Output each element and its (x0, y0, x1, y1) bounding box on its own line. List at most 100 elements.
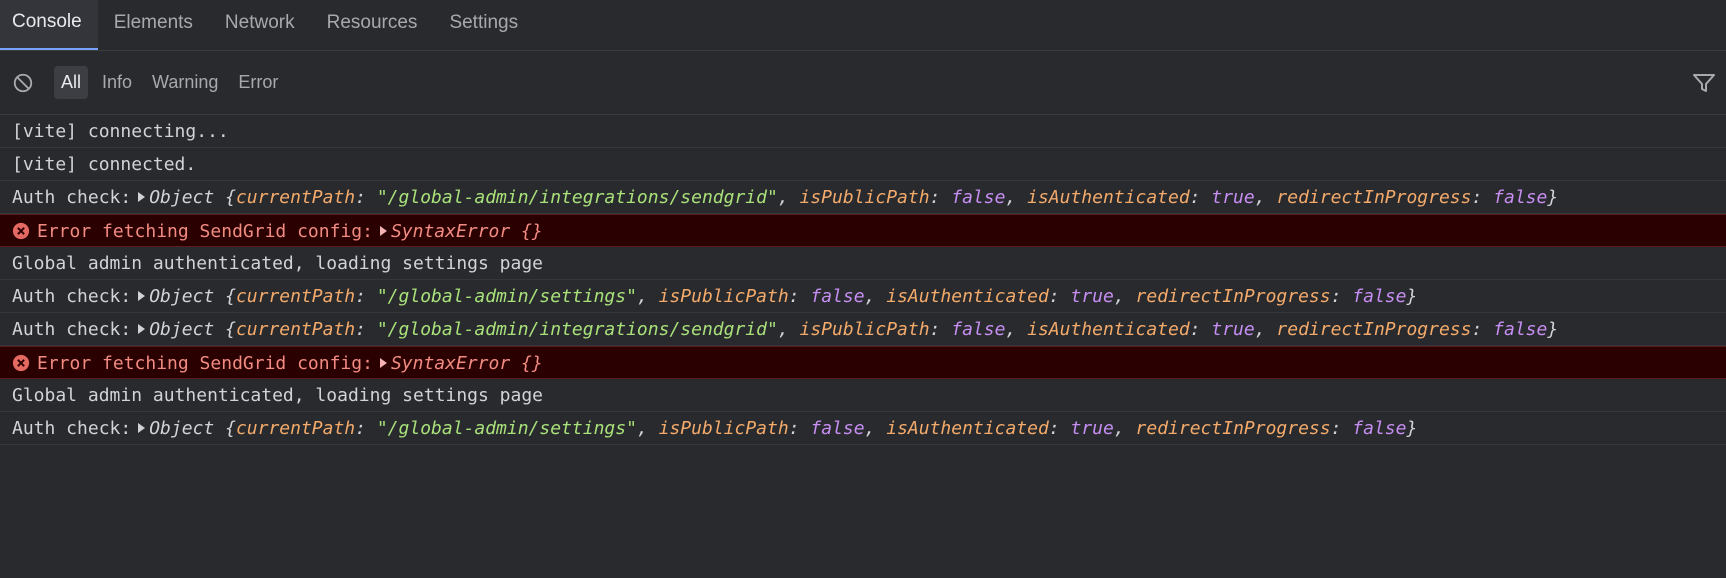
colon: : (355, 418, 377, 439)
object-value-bool: true (1211, 319, 1255, 340)
object-value-bool: false (810, 286, 865, 307)
filter-error-button[interactable]: Error (232, 66, 284, 99)
colon: : (355, 187, 377, 208)
object-key: isAuthenticated (1027, 319, 1190, 340)
colon: : (1189, 319, 1212, 340)
object-brace-close: } (1547, 319, 1559, 340)
colon: : (1048, 286, 1071, 307)
colon: : (929, 187, 952, 208)
expand-caret-icon[interactable] (138, 423, 146, 433)
log-line-error[interactable]: Error fetching SendGrid config: SyntaxErr… (0, 214, 1726, 247)
comma: , (1254, 319, 1277, 340)
error-icon (12, 222, 30, 240)
error-type[interactable]: SyntaxError (391, 353, 510, 374)
colon: : (1330, 418, 1353, 439)
colon: : (1048, 418, 1071, 439)
expand-caret-icon[interactable] (138, 192, 146, 202)
colon: : (1330, 286, 1353, 307)
object-brace-close: } (1547, 187, 1559, 208)
object-value-bool: false (1352, 286, 1407, 307)
object-key: redirectInProgress (1135, 286, 1331, 307)
object-value-bool: false (951, 319, 1006, 340)
error-braces (510, 353, 521, 374)
filter-all-button[interactable]: All (54, 66, 89, 99)
comma: , (864, 286, 887, 307)
object-label[interactable]: Object (149, 418, 214, 439)
tab-network[interactable]: Network (209, 0, 311, 50)
object-brace-close: } (1406, 418, 1418, 439)
log-line-auth[interactable]: Auth check: Object {currentPath: "/global… (0, 181, 1726, 214)
log-line-error[interactable]: Error fetching SendGrid config: SyntaxErr… (0, 346, 1726, 379)
filter-warning-button[interactable]: Warning (146, 66, 224, 99)
log-text: [vite] connecting... (12, 121, 229, 142)
object-value-bool: false (951, 187, 1006, 208)
colon: : (355, 286, 377, 307)
log-text: [vite] connected. (12, 154, 197, 175)
object-key: isAuthenticated (886, 418, 1049, 439)
filter-info-button[interactable]: Info (96, 66, 138, 99)
comma: , (777, 187, 800, 208)
object-value-bool: true (1070, 418, 1114, 439)
object-key: currentPath (235, 418, 356, 439)
object-value-bool: false (810, 418, 865, 439)
object-value-bool: false (1352, 418, 1407, 439)
object-brace-open: { (214, 319, 236, 340)
filter-icon[interactable] (1692, 71, 1716, 95)
error-braces-value: {} (521, 353, 543, 374)
log-line: Global admin authenticated, loading sett… (0, 379, 1726, 412)
object-brace-open: { (214, 418, 236, 439)
object-value-bool: false (1493, 319, 1548, 340)
comma: , (864, 418, 887, 439)
tab-elements[interactable]: Elements (98, 0, 209, 50)
object-key: redirectInProgress (1276, 187, 1472, 208)
colon: : (1471, 187, 1494, 208)
object-value-string: "/global-admin/settings" (376, 418, 637, 439)
clear-console-icon[interactable] (12, 72, 34, 94)
object-key: isPublicPath (799, 187, 930, 208)
object-label[interactable]: Object (149, 286, 214, 307)
colon: : (788, 286, 811, 307)
devtools-tab-bar: Console Elements Network Resources Setti… (0, 0, 1726, 51)
expand-caret-icon[interactable] (379, 226, 387, 236)
console-log: [vite] connecting... [vite] connected. A… (0, 115, 1726, 445)
object-value-string: "/global-admin/integrations/sendgrid" (376, 187, 778, 208)
error-type[interactable]: SyntaxError (391, 221, 510, 242)
object-brace-open: { (214, 187, 236, 208)
log-prefix: Auth check: (12, 286, 132, 307)
object-value-string: "/global-admin/integrations/sendgrid" (376, 319, 778, 340)
tab-settings[interactable]: Settings (433, 0, 534, 50)
log-line-auth[interactable]: Auth check: Object {currentPath: "/global… (0, 280, 1726, 313)
comma: , (636, 286, 659, 307)
comma: , (1113, 286, 1136, 307)
comma: , (1254, 187, 1277, 208)
log-text: Global admin authenticated, loading sett… (12, 385, 544, 406)
error-braces (510, 221, 521, 242)
log-prefix: Auth check: (12, 187, 132, 208)
object-key: currentPath (235, 286, 356, 307)
object-key: isPublicPath (658, 418, 789, 439)
error-message: Error fetching SendGrid config: (37, 221, 373, 242)
comma: , (636, 418, 659, 439)
colon: : (355, 319, 377, 340)
object-key: isAuthenticated (886, 286, 1049, 307)
object-key: isPublicPath (658, 286, 789, 307)
tab-resources[interactable]: Resources (311, 0, 434, 50)
object-value-bool: true (1211, 187, 1255, 208)
object-label[interactable]: Object (149, 319, 214, 340)
log-line-auth[interactable]: Auth check: Object {currentPath: "/global… (0, 313, 1726, 346)
colon: : (788, 418, 811, 439)
error-braces-value: {} (521, 221, 543, 242)
comma: , (777, 319, 800, 340)
expand-caret-icon[interactable] (138, 324, 146, 334)
expand-caret-icon[interactable] (379, 358, 387, 368)
expand-caret-icon[interactable] (138, 291, 146, 301)
tab-console[interactable]: Console (0, 0, 98, 50)
object-value-bool: false (1493, 187, 1548, 208)
log-line-auth[interactable]: Auth check: Object {currentPath: "/global… (0, 412, 1726, 445)
error-message: Error fetching SendGrid config: (37, 353, 373, 374)
console-toolbar: All Info Warning Error (0, 51, 1726, 115)
object-key: redirectInProgress (1135, 418, 1331, 439)
object-key: isPublicPath (799, 319, 930, 340)
object-label[interactable]: Object (149, 187, 214, 208)
log-prefix: Auth check: (12, 418, 132, 439)
